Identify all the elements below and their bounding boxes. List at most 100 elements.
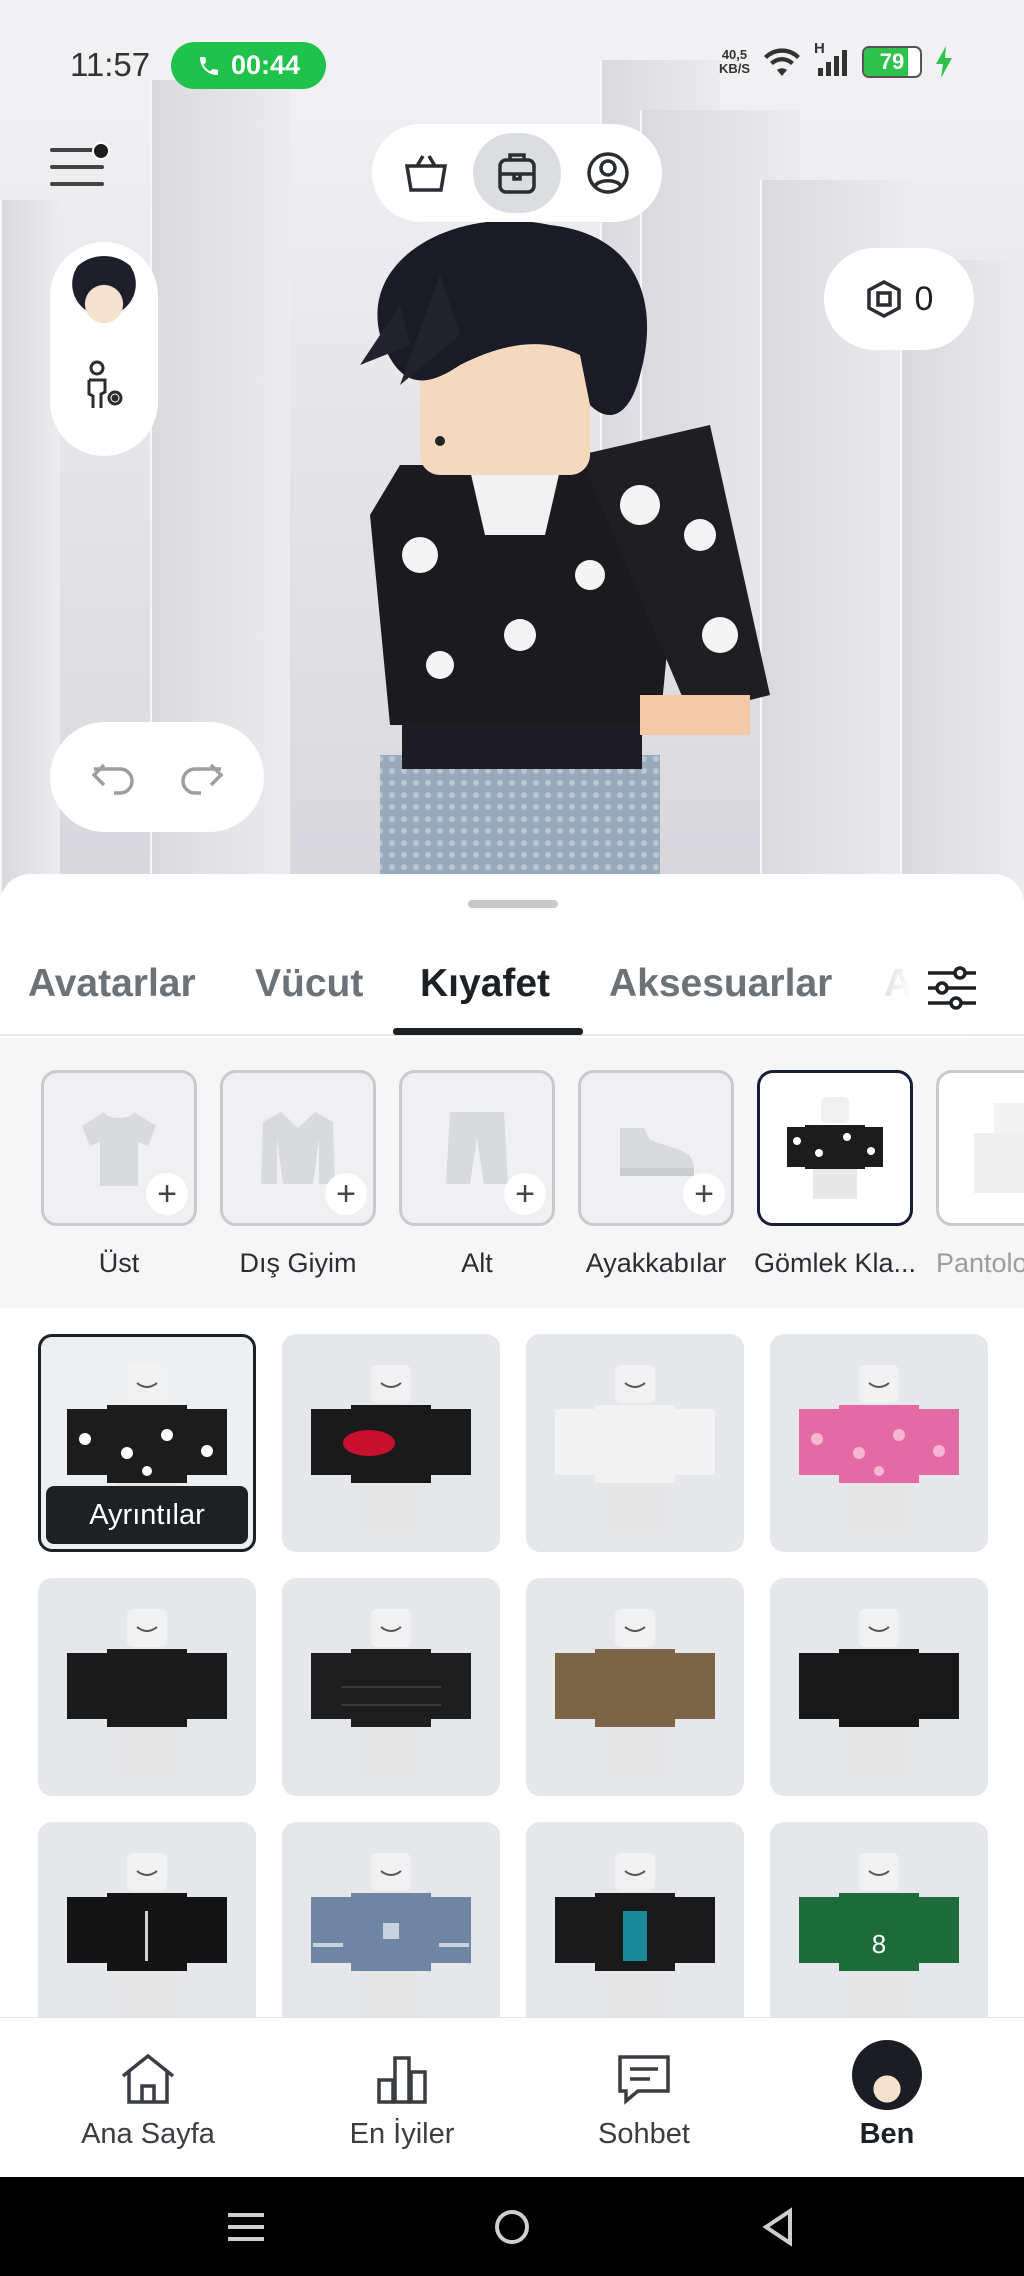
avatar-side-panel	[50, 242, 158, 456]
outfit-slot-strip: + Üst + Dış Giyim + Alt + Ayakkabılar Gö…	[0, 1038, 1024, 1308]
tab-vucut[interactable]: Vücut	[255, 962, 363, 1006]
profile-button[interactable]	[564, 133, 652, 213]
shop-button[interactable]	[382, 133, 470, 213]
nav-leaderboard[interactable]: En İyiler	[302, 2048, 502, 2151]
add-icon[interactable]: +	[683, 1173, 725, 1215]
clothing-item[interactable]	[282, 1334, 500, 1552]
status-bar: 11:57 00:44 40,5 KB/S H 79	[0, 0, 1024, 130]
clothing-item[interactable]	[282, 1822, 500, 2017]
slot-ust-box[interactable]: +	[41, 1070, 197, 1226]
slot-pantolon[interactable]: Pantolo	[936, 1070, 1024, 1279]
clothing-item[interactable]	[38, 1578, 256, 1796]
slot-label: Üst	[98, 1248, 140, 1278]
call-timer: 00:44	[230, 50, 301, 80]
clothing-item[interactable]	[770, 1334, 988, 1552]
clothing-item[interactable]	[282, 1578, 500, 1796]
recents-button[interactable]	[216, 2199, 276, 2255]
add-icon[interactable]: +	[504, 1173, 546, 1215]
robux-count: 0	[914, 279, 934, 318]
nav-chat[interactable]: Sohbet	[544, 2048, 744, 2151]
clothing-item[interactable]	[526, 1334, 744, 1552]
slot-label: Ayakkabılar	[585, 1248, 727, 1278]
menu-button[interactable]	[50, 142, 110, 194]
cell-signal-icon	[818, 50, 847, 76]
tab-kiyafet[interactable]: Kıyafet	[420, 962, 550, 1006]
network-speed-unit: KB/S	[718, 61, 750, 76]
home-icon	[121, 2053, 175, 2104]
add-icon[interactable]: +	[146, 1173, 188, 1215]
classic-shirt-thumbnail	[787, 1097, 883, 1199]
clothing-thumbnail	[799, 1609, 959, 1777]
tab-overflow[interactable]: A	[884, 962, 912, 1006]
system-navigation-bar	[0, 2177, 1024, 2276]
nav-me[interactable]: Ben	[787, 2040, 987, 2151]
profile-icon	[587, 152, 630, 194]
redo-icon[interactable]	[177, 757, 225, 797]
sheet-drag-handle[interactable]	[468, 900, 558, 908]
battery-percent: 79	[879, 49, 905, 74]
clothing-thumbnail	[555, 1609, 715, 1777]
slot-label: Gömlek Kla...	[753, 1248, 917, 1278]
slot-dis-giyim[interactable]: + Dış Giyim	[220, 1070, 380, 1279]
slot-ayakkabilar[interactable]: + Ayakkabılar	[578, 1070, 738, 1279]
add-icon[interactable]: +	[325, 1173, 367, 1215]
slot-label: Dış Giyim	[239, 1248, 357, 1278]
clothing-thumbnail	[311, 1609, 471, 1777]
slot-label: Alt	[461, 1248, 493, 1278]
clothing-item[interactable]	[770, 1578, 988, 1796]
slot-dis-giyim-box[interactable]: +	[220, 1070, 376, 1226]
menu-icon-line	[50, 182, 104, 186]
signal-indicator: H	[814, 40, 850, 78]
customize-sheet: Avatarlar Vücut Kıyafet Aksesuarlar A + …	[0, 874, 1024, 2017]
status-time: 11:57	[70, 46, 151, 83]
tab-avatarlar[interactable]: Avatarlar	[28, 962, 196, 1006]
shirt-icon	[82, 1112, 156, 1186]
ongoing-call-pill[interactable]: 00:44	[171, 42, 326, 89]
slot-gomlek-klasik-box[interactable]	[757, 1070, 913, 1226]
clothing-item[interactable]: 8	[770, 1822, 988, 2017]
nav-label: Ana Sayfa	[81, 2118, 215, 2150]
back-system-button[interactable]	[748, 2199, 808, 2255]
scene-pillar	[900, 260, 1024, 900]
clothing-item[interactable]: Ayrıntılar	[38, 1334, 256, 1552]
slot-pantolon-box[interactable]	[936, 1070, 1024, 1226]
clothing-item[interactable]	[526, 1578, 744, 1796]
status-icons: 40,5 KB/S H 79	[718, 40, 954, 78]
avatar-settings-icon[interactable]	[77, 358, 131, 412]
clothing-thumbnail	[311, 1365, 471, 1533]
slot-alt-box[interactable]: +	[399, 1070, 555, 1226]
avatar-model[interactable]	[340, 215, 780, 875]
inventory-button[interactable]	[472, 133, 561, 213]
home-system-button[interactable]	[482, 2199, 542, 2255]
tab-aksesuarlar[interactable]: Aksesuarlar	[609, 962, 832, 1006]
slot-ayakkabilar-box[interactable]: +	[578, 1070, 734, 1226]
active-tab-indicator	[393, 1028, 583, 1035]
clothing-item[interactable]	[526, 1822, 744, 2017]
backpack-icon	[498, 153, 536, 194]
robux-icon	[866, 280, 901, 318]
slot-alt[interactable]: + Alt	[399, 1070, 559, 1279]
nav-label: Ben	[859, 2118, 915, 2150]
filter-button[interactable]	[920, 956, 984, 1020]
shopping-basket-icon	[404, 155, 447, 192]
slot-gomlek-klasik[interactable]: Gömlek Kla...	[754, 1070, 917, 1279]
clothing-item[interactable]	[38, 1822, 256, 2017]
svg-text:8: 8	[872, 1929, 886, 1959]
details-button[interactable]: Ayrıntılar	[46, 1486, 248, 1544]
slot-label: Pantolo	[936, 1248, 1024, 1278]
clothing-thumbnail	[67, 1853, 227, 2017]
bottom-navigation: Ana Sayfa En İyiler Sohbet Ben	[0, 2017, 1024, 2177]
wifi-icon	[764, 48, 800, 76]
nav-home[interactable]: Ana Sayfa	[48, 2048, 248, 2151]
circle-home-icon	[495, 2210, 529, 2244]
chat-icon	[618, 2055, 670, 2105]
clothing-thumbnail	[555, 1365, 715, 1533]
slot-ust[interactable]: + Üst	[41, 1070, 201, 1279]
classic-pants-thumbnail	[974, 1103, 1024, 1193]
back-triangle-icon	[762, 2207, 792, 2247]
clothing-thumbnail	[311, 1853, 471, 2017]
undo-icon[interactable]	[90, 757, 138, 797]
recents-icon	[228, 2213, 264, 2241]
avatar-thumbnail-button[interactable]	[64, 256, 144, 336]
robux-balance[interactable]: 0	[824, 248, 974, 350]
